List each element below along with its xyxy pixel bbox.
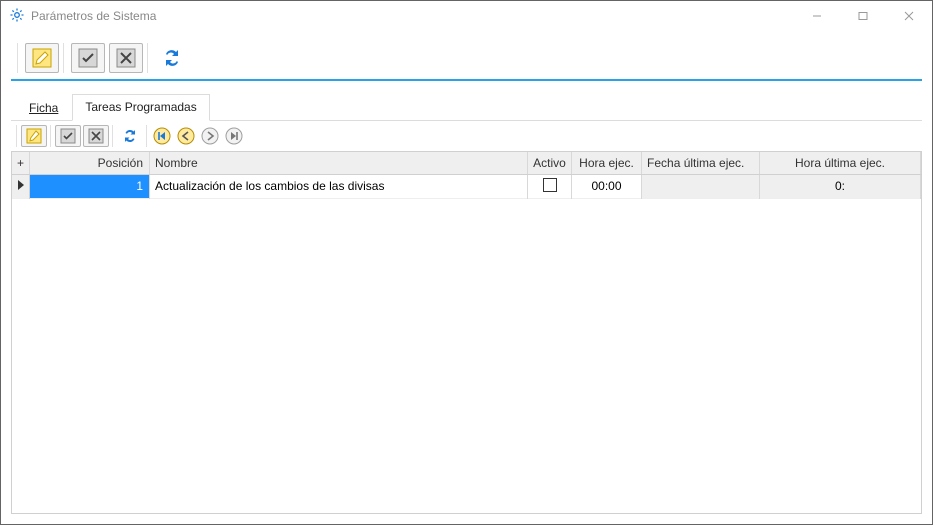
toolbar-separator [17, 43, 19, 73]
col-posicion[interactable]: Posición [30, 152, 150, 174]
sub-confirm-button[interactable] [55, 125, 81, 147]
maximize-button[interactable] [840, 1, 886, 31]
close-button[interactable] [886, 1, 932, 31]
toolbar-separator [50, 125, 52, 147]
toolbar-separator [112, 125, 114, 147]
cell-hora-ejec[interactable]: 00:00 [572, 174, 642, 198]
cell-posicion[interactable]: 1 [30, 174, 150, 198]
toolbar-separator [147, 43, 149, 73]
cell-activo[interactable] [528, 174, 572, 198]
nav-next-button[interactable] [199, 125, 221, 147]
minimize-button[interactable] [794, 1, 840, 31]
cell-fecha-ultima [642, 174, 760, 198]
main-toolbar [11, 37, 922, 81]
sub-toolbar [11, 121, 922, 151]
grid: + Posición Nombre Activo Hora ejec. Fech… [11, 151, 922, 514]
checkbox-icon[interactable] [543, 178, 557, 192]
col-nombre[interactable]: Nombre [150, 152, 528, 174]
nav-first-button[interactable] [151, 125, 173, 147]
gear-icon [9, 7, 25, 26]
edit-button[interactable] [25, 43, 59, 73]
tab-ficha-label: Ficha [29, 101, 58, 115]
col-hora-ultima[interactable]: Hora última ejec. [760, 152, 921, 174]
tab-ficha[interactable]: Ficha [17, 96, 70, 121]
grid-empty-area [12, 199, 921, 514]
cell-hora-ultima: 0: [760, 174, 921, 198]
grid-add-row-button[interactable]: + [12, 152, 30, 174]
cancel-button[interactable] [109, 43, 143, 73]
grid-header-row: + Posición Nombre Activo Hora ejec. Fech… [12, 152, 921, 174]
sub-edit-button[interactable] [21, 125, 47, 147]
window: Parámetros de Sistema [0, 0, 933, 525]
tab-bar: Ficha Tareas Programadas [11, 81, 922, 121]
sub-refresh-button[interactable] [117, 125, 143, 147]
sub-cancel-button[interactable] [83, 125, 109, 147]
col-activo[interactable]: Activo [528, 152, 572, 174]
col-hora-ejec[interactable]: Hora ejec. [572, 152, 642, 174]
window-title: Parámetros de Sistema [31, 9, 156, 23]
tab-tareas-label: Tareas Programadas [85, 100, 196, 114]
nav-prev-button[interactable] [175, 125, 197, 147]
toolbar-separator [16, 125, 18, 147]
cell-nombre[interactable]: Actualización de los cambios de las divi… [150, 174, 528, 198]
confirm-button[interactable] [71, 43, 105, 73]
toolbar-separator [63, 43, 65, 73]
refresh-button[interactable] [155, 43, 189, 73]
col-fecha-ultima[interactable]: Fecha última ejec. [642, 152, 760, 174]
table-row[interactable]: 1 Actualización de los cambios de las di… [12, 174, 921, 198]
client-area: Ficha Tareas Programadas [1, 31, 932, 524]
row-indicator [12, 174, 30, 198]
nav-last-button[interactable] [223, 125, 245, 147]
toolbar-separator [146, 125, 148, 147]
window-controls [794, 1, 932, 31]
tab-tareas[interactable]: Tareas Programadas [72, 94, 209, 121]
titlebar: Parámetros de Sistema [1, 1, 932, 31]
